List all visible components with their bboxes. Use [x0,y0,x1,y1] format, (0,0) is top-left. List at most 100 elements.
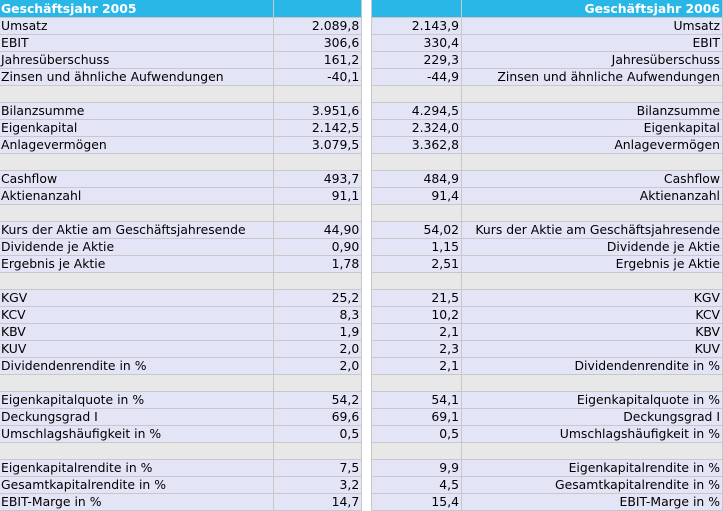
value-2006-cell[interactable]: 15,4 [371,493,463,511]
value-2006-cell[interactable]: 1,15 [371,238,463,256]
value-2006-cell[interactable]: 4.294,5 [371,102,463,120]
row-label-2005[interactable]: Deckungsgrad I [0,408,275,426]
value-2005-cell[interactable]: 44,90 [273,221,363,239]
row-label-2006[interactable]: Kurs der Aktie am Geschäftsjahresende [461,221,723,239]
empty-cell[interactable] [273,204,363,222]
row-label-2005[interactable]: Ergebnis je Aktie [0,255,275,273]
value-2006-cell[interactable]: 229,3 [371,51,463,69]
empty-cell[interactable] [273,153,363,171]
value-2006-cell[interactable]: 2,1 [371,357,463,375]
value-2005-cell[interactable]: 69,6 [273,408,363,426]
value-2005-cell[interactable]: 91,1 [273,187,363,205]
value-2005-cell[interactable]: 161,2 [273,51,363,69]
value-2005-cell[interactable]: 3.079,5 [273,136,363,154]
row-label-2006[interactable]: Cashflow [461,170,723,188]
empty-cell[interactable] [461,85,723,103]
row-label-2005[interactable]: Anlagevermögen [0,136,275,154]
row-label-2005[interactable]: Eigenkapitalquote in % [0,391,275,409]
empty-cell[interactable] [273,85,363,103]
value-2006-cell[interactable]: 2,1 [371,323,463,341]
row-label-2006[interactable]: Ergebnis je Aktie [461,255,723,273]
row-label-2006[interactable]: Eigenkapitalrendite in % [461,459,723,477]
row-label-2006[interactable]: EBIT [461,34,723,52]
empty-cell[interactable] [0,374,275,392]
row-label-2006[interactable]: EBIT-Marge in % [461,493,723,511]
row-label-2006[interactable]: Zinsen und ähnliche Aufwendungen [461,68,723,86]
row-label-2005[interactable]: Bilanzsumme [0,102,275,120]
value-2005-cell[interactable]: 0,5 [273,425,363,443]
row-label-2005[interactable]: EBIT [0,34,275,52]
value-2006-cell[interactable]: 21,5 [371,289,463,307]
empty-cell[interactable] [0,442,275,460]
row-label-2006[interactable]: Anlagevermögen [461,136,723,154]
header-2006[interactable]: Geschäftsjahr 2006 [461,0,723,18]
row-label-2005[interactable]: Umsatz [0,17,275,35]
empty-cell[interactable] [461,272,723,290]
value-2005-cell[interactable]: 54,2 [273,391,363,409]
value-2006-cell[interactable]: -44,9 [371,68,463,86]
empty-cell[interactable] [0,153,275,171]
row-label-2005[interactable]: Dividendenrendite in % [0,357,275,375]
value-2006-cell[interactable]: 330,4 [371,34,463,52]
row-label-2006[interactable]: KBV [461,323,723,341]
value-2005-cell[interactable]: 25,2 [273,289,363,307]
value-2006-cell[interactable]: 2.143,9 [371,17,463,35]
empty-cell[interactable] [371,153,463,171]
row-label-2005[interactable]: Jahresüberschuss [0,51,275,69]
value-2006-cell[interactable]: 4,5 [371,476,463,494]
header-blank-cell[interactable] [371,0,463,18]
empty-cell[interactable] [371,272,463,290]
value-2005-cell[interactable]: 306,6 [273,34,363,52]
empty-cell[interactable] [371,374,463,392]
empty-cell[interactable] [461,153,723,171]
row-label-2005[interactable]: Cashflow [0,170,275,188]
row-label-2005[interactable]: EBIT-Marge in % [0,493,275,511]
value-2006-cell[interactable]: 9,9 [371,459,463,477]
value-2005-cell[interactable]: 14,7 [273,493,363,511]
row-label-2006[interactable]: Gesamtkapitalrendite in % [461,476,723,494]
row-label-2005[interactable]: KBV [0,323,275,341]
value-2005-cell[interactable]: 1,78 [273,255,363,273]
row-label-2006[interactable]: Umsatz [461,17,723,35]
row-label-2006[interactable]: Dividende je Aktie [461,238,723,256]
row-label-2005[interactable]: KUV [0,340,275,358]
row-label-2006[interactable]: Eigenkapitalquote in % [461,391,723,409]
value-2006-cell[interactable]: 69,1 [371,408,463,426]
empty-cell[interactable] [273,442,363,460]
row-label-2006[interactable]: KGV [461,289,723,307]
row-label-2006[interactable]: Dividendenrendite in % [461,357,723,375]
empty-cell[interactable] [461,442,723,460]
row-label-2006[interactable]: Umschlagshäufigkeit in % [461,425,723,443]
value-2005-cell[interactable]: 0,90 [273,238,363,256]
empty-cell[interactable] [0,85,275,103]
value-2006-cell[interactable]: 54,1 [371,391,463,409]
row-label-2005[interactable]: Gesamtkapitalrendite in % [0,476,275,494]
row-label-2005[interactable]: KCV [0,306,275,324]
row-label-2005[interactable]: Kurs der Aktie am Geschäftsjahresende [0,221,275,239]
row-label-2006[interactable]: Aktienanzahl [461,187,723,205]
empty-cell[interactable] [273,272,363,290]
row-label-2005[interactable]: Eigenkapital [0,119,275,137]
row-label-2005[interactable]: KGV [0,289,275,307]
value-2006-cell[interactable]: 3.362,8 [371,136,463,154]
empty-cell[interactable] [371,442,463,460]
row-label-2005[interactable]: Zinsen und ähnliche Aufwendungen [0,68,275,86]
value-2005-cell[interactable]: 3,2 [273,476,363,494]
value-2006-cell[interactable]: 0,5 [371,425,463,443]
value-2005-cell[interactable]: 2,0 [273,340,363,358]
value-2005-cell[interactable]: 2,0 [273,357,363,375]
value-2005-cell[interactable]: 7,5 [273,459,363,477]
row-label-2006[interactable]: Deckungsgrad I [461,408,723,426]
value-2006-cell[interactable]: 54,02 [371,221,463,239]
row-label-2005[interactable]: Eigenkapitalrendite in % [0,459,275,477]
empty-cell[interactable] [273,374,363,392]
value-2006-cell[interactable]: 2.324,0 [371,119,463,137]
empty-cell[interactable] [0,272,275,290]
empty-cell[interactable] [461,374,723,392]
row-label-2006[interactable]: KCV [461,306,723,324]
row-label-2005[interactable]: Dividende je Aktie [0,238,275,256]
empty-cell[interactable] [461,204,723,222]
value-2005-cell[interactable]: 493,7 [273,170,363,188]
empty-cell[interactable] [371,204,463,222]
value-2005-cell[interactable]: -40,1 [273,68,363,86]
